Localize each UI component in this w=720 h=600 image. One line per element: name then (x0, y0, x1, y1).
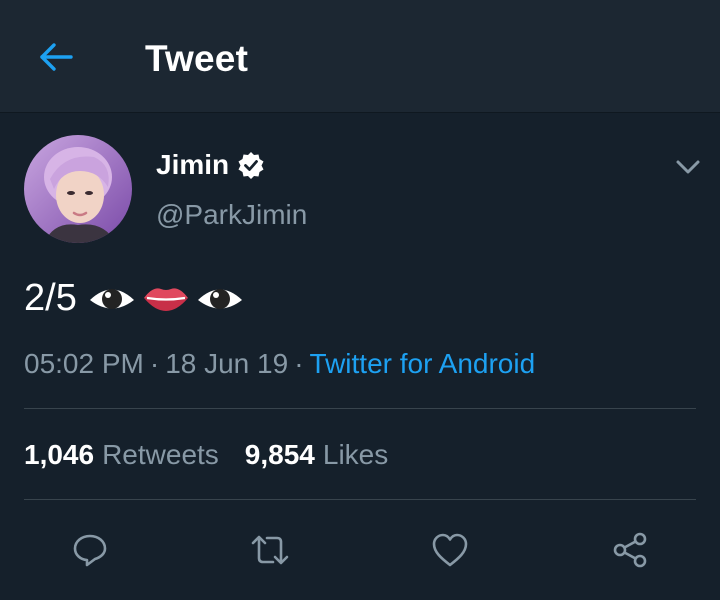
top-app-bar: Tweet (0, 0, 720, 113)
arrow-left-icon (40, 43, 73, 71)
back-button[interactable] (30, 34, 82, 80)
likes-count: 9,854 (244, 439, 315, 470)
lips-emoji-icon (143, 288, 188, 311)
likes-label: Likes (322, 439, 389, 470)
divider (24, 408, 696, 409)
tweet-time: 05:02 PM (24, 348, 144, 379)
eye-emoji-icon (89, 289, 134, 309)
tweet-text-content: 2/5 (24, 276, 77, 319)
retweets-label: Retweets (102, 439, 219, 470)
tweet-metadata: 05:02 PM · 18 Jun 19 · Twitter for Android (24, 348, 536, 379)
eye-emoji-icon (197, 289, 242, 309)
divider (24, 499, 696, 500)
reply-icon (73, 534, 107, 567)
retweets-stat[interactable]: 1,046 Retweets (24, 439, 219, 470)
tweet-date: 18 Jun 19 (165, 348, 289, 379)
tweet-detail: Jimin @ParkJimin 2/5 05:02 PM · 18 Jun 1… (0, 113, 720, 600)
retweet-icon (251, 535, 289, 565)
retweets-count: 1,046 (24, 439, 95, 470)
tweet-emojis (87, 273, 249, 323)
retweet-button[interactable] (248, 528, 292, 572)
page-title: Tweet (145, 38, 249, 79)
tweet-options-button[interactable] (670, 149, 706, 185)
share-button[interactable] (608, 528, 652, 572)
likes-stat[interactable]: 9,854 Likes (245, 439, 388, 470)
heart-icon (432, 533, 468, 567)
engagement-stats: 1,046 Retweets 9,854 Likes (24, 439, 388, 471)
tweet-text: 2/5 (24, 273, 249, 323)
author-name-row: Jimin (156, 149, 265, 181)
like-button[interactable] (428, 528, 472, 572)
tweet-source-link[interactable]: Twitter for Android (310, 348, 536, 379)
tweet-action-bar (0, 518, 720, 582)
avatar[interactable] (24, 135, 132, 243)
author-display-name[interactable]: Jimin (156, 149, 229, 181)
author-handle[interactable]: @ParkJimin (156, 199, 307, 231)
reply-button[interactable] (68, 528, 112, 572)
share-icon (613, 532, 647, 568)
chevron-down-icon (676, 160, 700, 174)
verified-badge-icon (237, 151, 265, 179)
